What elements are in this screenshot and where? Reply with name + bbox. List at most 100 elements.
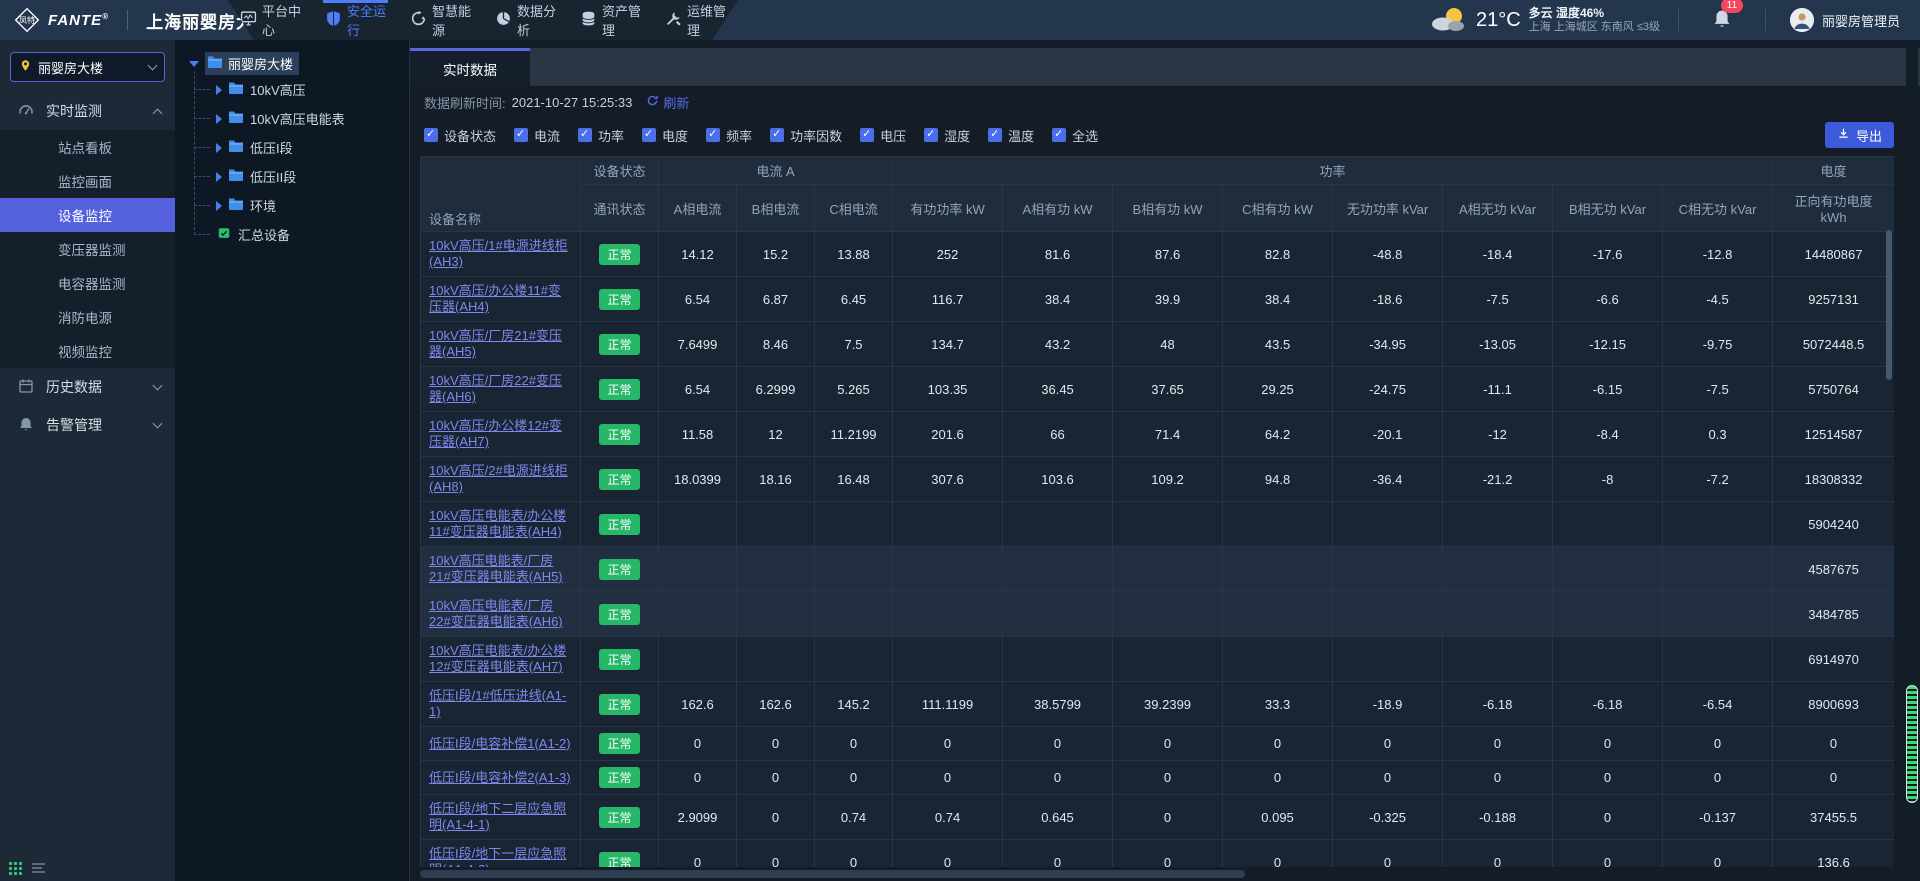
refresh-button[interactable]: 刷新 xyxy=(646,93,689,112)
filter-label: 电度 xyxy=(662,126,688,145)
filter-checkbox-设备状态[interactable]: 设备状态 xyxy=(424,126,496,145)
column-header-device-name: 设备名称 xyxy=(421,157,581,232)
tree-node[interactable]: 低压II段 xyxy=(194,162,409,191)
nav-item-ops-management[interactable]: 运维管理 xyxy=(653,0,738,40)
tree-node-root[interactable]: 丽婴房大楼 xyxy=(189,52,409,75)
value-cell: 15.2 xyxy=(737,232,815,277)
value-cell: -0.325 xyxy=(1333,795,1443,840)
column-header: 正向有功电度 kWh xyxy=(1773,185,1894,232)
value-cell: 0 xyxy=(1663,840,1773,868)
value-cell: 94.8 xyxy=(1223,457,1333,502)
tab-realtime-data[interactable]: 实时数据 xyxy=(410,48,530,86)
list-icon[interactable] xyxy=(32,863,45,873)
nav-item-smart-energy[interactable]: 智慧能源 xyxy=(398,0,483,40)
value-cell: 71.4 xyxy=(1113,412,1223,457)
sidebar-item-realtime-monitor[interactable]: 实时监测 xyxy=(0,92,175,130)
value-cell xyxy=(893,592,1003,637)
column-group-功率: 功率 xyxy=(893,157,1773,185)
tree-node[interactable]: 10kV高压电能表 xyxy=(194,104,409,133)
filter-checkbox-频率[interactable]: 频率 xyxy=(706,126,752,145)
sidebar-item-monitor-screen[interactable]: 监控画面 xyxy=(0,164,175,198)
value-cell xyxy=(1113,637,1223,682)
device-link[interactable]: 10kV高压电能表/办公楼11#变压器电能表(AH4) xyxy=(429,508,566,539)
nav-item-safe-operation[interactable]: 安全运行 xyxy=(313,0,398,40)
value-cell: 29.25 xyxy=(1223,367,1333,412)
caret-right-icon[interactable] xyxy=(216,172,222,182)
status-badge: 正常 xyxy=(599,379,639,400)
device-link[interactable]: 10kV高压/2#电源进线柜(AH8) xyxy=(429,463,568,494)
filter-checkbox-湿度[interactable]: 湿度 xyxy=(924,126,970,145)
device-link[interactable]: 低压I段/电容补偿2(A1-3) xyxy=(429,770,571,785)
sidebar-item-fire-power[interactable]: 消防电源 xyxy=(0,300,175,334)
sidebar-item-transformer-monitor[interactable]: 变压器监测 xyxy=(0,232,175,266)
caret-right-icon[interactable] xyxy=(216,85,222,95)
device-link[interactable]: 10kV高压/厂房21#变压器(AH5) xyxy=(429,328,562,359)
vertical-scrollbar-thumb[interactable] xyxy=(1906,685,1918,803)
device-link[interactable]: 低压I段/电容补偿1(A1-2) xyxy=(429,736,571,751)
filter-checkbox-功率因数[interactable]: 功率因数 xyxy=(770,126,842,145)
filter-checkbox-电流[interactable]: 电流 xyxy=(514,126,560,145)
comm-status-cell: 正常 xyxy=(581,637,659,682)
value-cell xyxy=(1553,637,1663,682)
export-button[interactable]: 导出 xyxy=(1825,122,1894,148)
device-link[interactable]: 10kV高压/办公楼12#变压器(AH7) xyxy=(429,418,562,449)
value-cell: -9.75 xyxy=(1663,322,1773,367)
sidebar-item-station-board[interactable]: 站点看板 xyxy=(0,130,175,164)
filter-checkbox-全选[interactable]: 全选 xyxy=(1052,126,1098,145)
dots-grid-icon[interactable] xyxy=(8,861,22,875)
brand-diamond-icon: 凤特 xyxy=(14,7,40,33)
value-cell xyxy=(1443,592,1553,637)
value-cell: 3484785 xyxy=(1773,592,1894,637)
value-cell: 0 xyxy=(1113,761,1223,795)
nav-item-data-analysis[interactable]: 数据分析 xyxy=(483,0,568,40)
caret-right-icon[interactable] xyxy=(216,114,222,124)
tree-node[interactable]: 环境 xyxy=(194,191,409,220)
device-name-cell: 10kV高压电能表/厂房21#变压器电能表(AH5) xyxy=(421,547,581,592)
device-link[interactable]: 低压I段/地下二层应急照明(A1-4-1) xyxy=(429,801,566,832)
user-menu[interactable]: 丽婴房管理员 xyxy=(1766,8,1920,32)
nav-item-asset-management[interactable]: 资产管理 xyxy=(568,0,653,40)
tree-node[interactable]: 低压I段 xyxy=(194,133,409,162)
caret-right-icon[interactable] xyxy=(216,143,222,153)
station-selector[interactable]: 丽婴房大楼 xyxy=(10,52,165,82)
device-link[interactable]: 10kV高压电能表/厂房22#变压器电能表(AH6) xyxy=(429,598,563,629)
sun-cloud-icon xyxy=(1428,5,1468,36)
tree-node[interactable]: 汇总设备 xyxy=(194,220,409,249)
device-link[interactable]: 10kV高压电能表/办公楼12#变压器电能表(AH7) xyxy=(429,643,566,674)
caret-down-icon[interactable] xyxy=(189,61,199,67)
device-link[interactable]: 10kV高压/1#电源进线柜(AH3) xyxy=(429,238,568,269)
value-cell: 14.12 xyxy=(659,232,737,277)
value-cell: -12.15 xyxy=(1553,322,1663,367)
tree-node[interactable]: 10kV高压 xyxy=(194,75,409,104)
value-cell xyxy=(1223,637,1333,682)
sidebar-item-alarm-management[interactable]: 告警管理 xyxy=(0,406,175,444)
device-link[interactable]: 低压I段/地下一层应急照明(A1-4-2) xyxy=(429,846,566,867)
filter-checkbox-电度[interactable]: 电度 xyxy=(642,126,688,145)
comm-status-cell: 正常 xyxy=(581,795,659,840)
value-cell: 0 xyxy=(1773,727,1894,761)
horizontal-scrollbar-thumb[interactable] xyxy=(420,870,1245,878)
caret-right-icon[interactable] xyxy=(216,201,222,211)
device-link[interactable]: 10kV高压/办公楼11#变压器(AH4) xyxy=(429,283,561,314)
app-logo: 凤特 FANTE® 上海丽婴房大楼 xyxy=(0,7,272,33)
device-link[interactable]: 10kV高压电能表/厂房21#变压器电能表(AH5) xyxy=(429,553,563,584)
notifications-button[interactable]: 11 xyxy=(1679,9,1765,32)
weather-condition: 多云 湿度46% xyxy=(1529,6,1660,20)
filter-checkbox-电压[interactable]: 电压 xyxy=(860,126,906,145)
device-link[interactable]: 10kV高压/厂房22#变压器(AH6) xyxy=(429,373,562,404)
column-header: C相电流 xyxy=(815,185,893,232)
filter-checkbox-温度[interactable]: 温度 xyxy=(988,126,1034,145)
device-link[interactable]: 低压I段/1#低压进线(A1-1) xyxy=(429,688,566,719)
column-header: B相无功 kVar xyxy=(1553,185,1663,232)
value-cell: 0 xyxy=(737,795,815,840)
value-cell: -8 xyxy=(1553,457,1663,502)
device-name-cell: 10kV高压/办公楼12#变压器(AH7) xyxy=(421,412,581,457)
sidebar-item-device-monitor[interactable]: 设备监控 xyxy=(0,198,175,232)
value-cell: -18.4 xyxy=(1443,232,1553,277)
filter-checkbox-功率[interactable]: 功率 xyxy=(578,126,624,145)
sidebar-item-label: 历史数据 xyxy=(46,377,142,397)
sidebar-item-history-data[interactable]: 历史数据 xyxy=(0,368,175,406)
table-scrollbar-thumb[interactable] xyxy=(1886,230,1892,380)
sidebar-item-video-monitor[interactable]: 视频监控 xyxy=(0,334,175,368)
sidebar-item-capacitor-monitor[interactable]: 电容器监测 xyxy=(0,266,175,300)
